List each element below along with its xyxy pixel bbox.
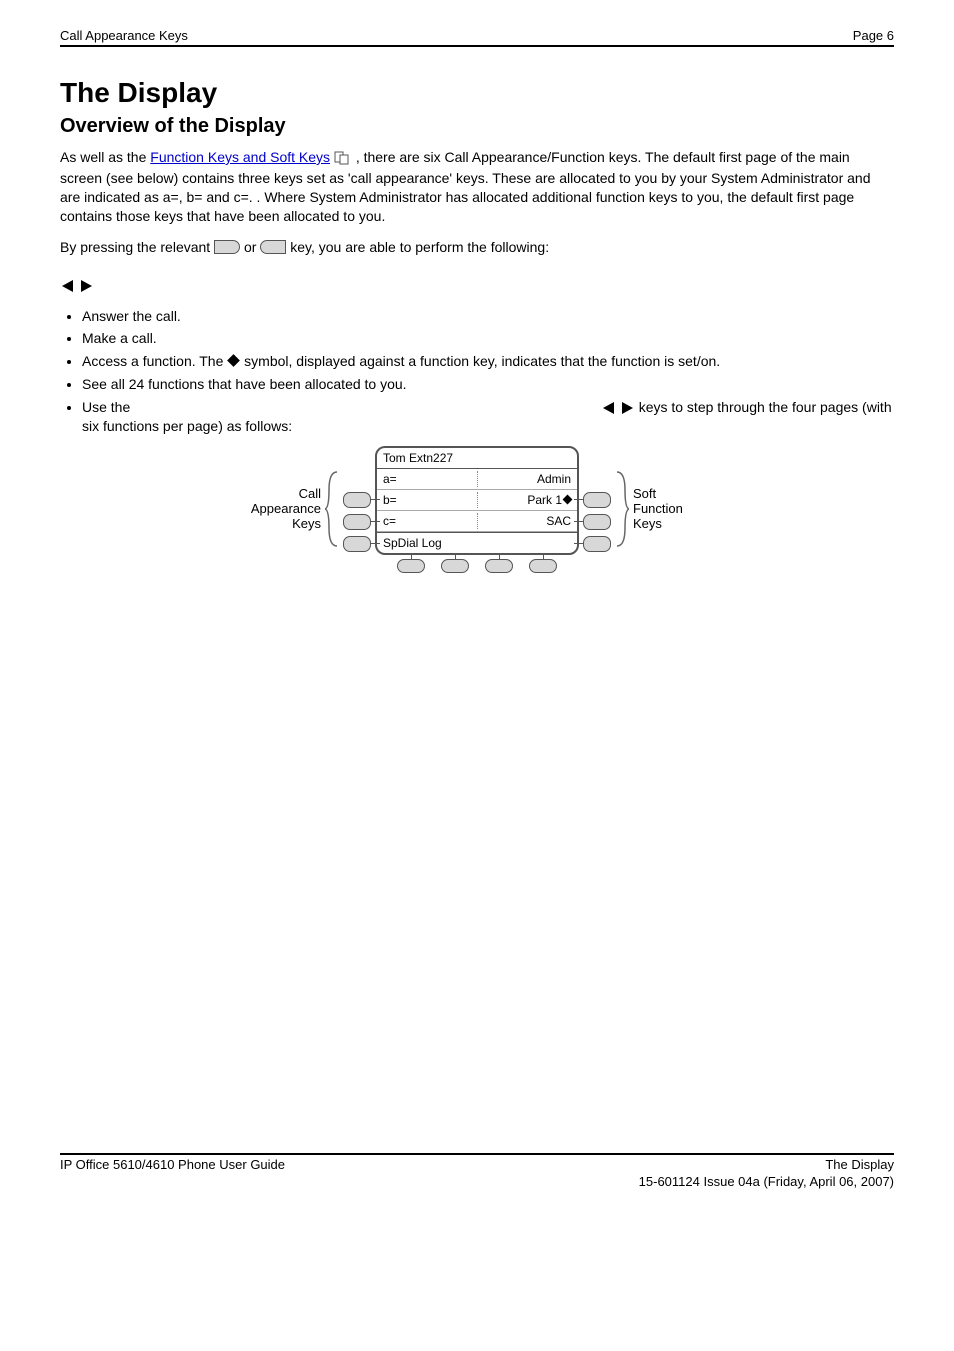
- right-brace-icon: [615, 470, 629, 548]
- right-arrow-icon: [81, 280, 92, 292]
- call-appearance-key: [343, 536, 371, 552]
- button-note: By pressing the relevant or key, you are…: [60, 238, 894, 295]
- right-key-column: [583, 466, 611, 552]
- softkey-button: [441, 559, 469, 573]
- soft-function-key: [583, 514, 611, 530]
- softkey-button: [397, 559, 425, 573]
- row-left: c=: [383, 514, 396, 528]
- row-right: SAC: [546, 514, 571, 528]
- intro-paragraph-1: As well as the Function Keys and Soft Ke…: [60, 148, 894, 226]
- display-row: b= Park 1: [377, 490, 577, 511]
- intro-text: As well as the: [60, 149, 150, 165]
- page-header: Call Appearance Keys Page 6: [60, 28, 894, 43]
- left-arrow-icon: [62, 280, 73, 292]
- call-appearance-key: [343, 492, 371, 508]
- header-left: Call Appearance Keys: [60, 28, 188, 43]
- left-brace-icon: [325, 470, 339, 548]
- header-rule: [60, 45, 894, 47]
- bullet-answer: Answer the call.: [82, 307, 894, 326]
- bottom-button-row: [397, 559, 557, 573]
- footer-rule: [60, 1153, 894, 1155]
- softkey-button: [529, 559, 557, 573]
- page-footer-2: 15-601124 Issue 04a (Friday, April 06, 2…: [60, 1174, 894, 1189]
- left-key-column: [343, 466, 371, 552]
- display-row: c= SAC: [377, 511, 577, 532]
- bullet-make-call: Make a call.: [82, 329, 894, 348]
- row-right: Admin: [537, 472, 571, 486]
- section-title: The Display: [60, 77, 894, 109]
- footer-right-bottom: 15-601124 Issue 04a (Friday, April 06, 2…: [639, 1174, 894, 1189]
- diamond-icon: [227, 354, 240, 367]
- right-arrow-icon: [622, 402, 633, 414]
- phone-display-diagram: CallAppearanceKeys Tom Extn227 a= Admin …: [60, 446, 894, 573]
- left-half-button-icon: [260, 240, 286, 254]
- soft-function-key: [583, 492, 611, 508]
- footer-left: IP Office 5610/4610 Phone User Guide: [60, 1157, 285, 1172]
- link-icon: [334, 151, 352, 169]
- bullet-use-arrows: Use the keys to step through the four pa…: [82, 398, 894, 436]
- diamond-icon: [563, 495, 573, 505]
- footer-right-top: The Display: [825, 1157, 894, 1172]
- left-arrow-icon: [603, 402, 614, 414]
- row-left: b=: [383, 493, 397, 507]
- soft-function-key: [583, 536, 611, 552]
- call-key-labels: a=, b= and c=: [163, 189, 249, 205]
- section-subtitle: Overview of the Display: [60, 115, 894, 138]
- softkey-button: [485, 559, 513, 573]
- right-half-button-icon: [214, 240, 240, 254]
- header-right: Page 6: [853, 28, 894, 43]
- page-footer: IP Office 5610/4610 Phone User Guide The…: [60, 1157, 894, 1172]
- left-side-label: CallAppearanceKeys: [231, 487, 321, 532]
- row-left: a=: [383, 472, 397, 486]
- call-appearance-key: [343, 514, 371, 530]
- display-row: a= Admin: [377, 469, 577, 490]
- row-right: Park 1: [527, 493, 562, 507]
- bullet-access-function: Access a function. The symbol, displayed…: [82, 352, 894, 371]
- function-keys-link[interactable]: Function Keys and Soft Keys: [150, 149, 330, 165]
- phone-display: Tom Extn227 a= Admin b= Park 1 c= SAC Sp…: [375, 446, 579, 555]
- display-bottom-row: SpDial Log: [377, 532, 577, 553]
- display-title: Tom Extn227: [377, 448, 577, 469]
- action-bullet-list: Answer the call. Make a call. Access a f…: [82, 307, 894, 436]
- right-side-label: SoftFunctionKeys: [633, 487, 723, 532]
- bullet-see-all: See all 24 functions that have been allo…: [82, 375, 894, 394]
